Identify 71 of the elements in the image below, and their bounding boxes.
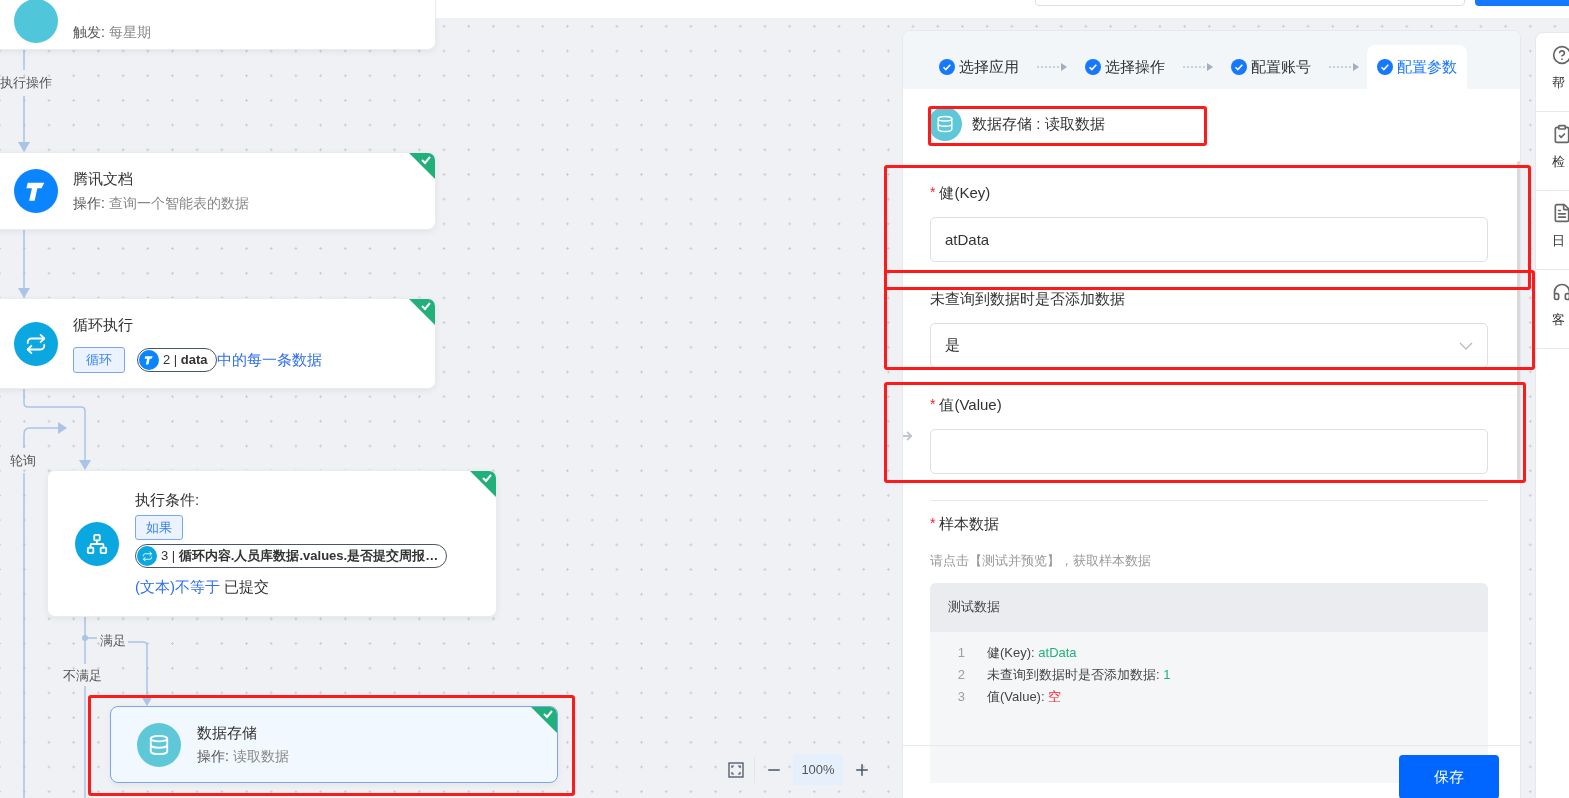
clipboard-icon[interactable] xyxy=(1552,124,1569,144)
required-mark: * xyxy=(930,516,936,530)
trigger-icon xyxy=(14,0,58,43)
dotted-arrow-icon xyxy=(1183,63,1213,71)
step-tab[interactable]: 选择应用 xyxy=(929,45,1029,89)
loop-icon xyxy=(137,546,157,566)
reference-text: 3 | 循环内容.人员库数据.values.是否提交周报… xyxy=(161,547,439,566)
data-line: 未查询到数据时是否添加数据: 1 xyxy=(987,666,1171,685)
field-label: 值(Value) xyxy=(939,396,1002,412)
step-tab[interactable]: 配置参数 xyxy=(1367,45,1467,89)
node-title: 数据存储 xyxy=(197,722,258,743)
field-label: 健(Key) xyxy=(939,184,991,200)
reference-text: 2 | data xyxy=(163,351,208,369)
connector-line xyxy=(18,229,30,298)
flow-node-card[interactable]: 执行条件: 如果 3 | 循环内容.人员库数据.values.是否提交周报… (文本)不等于 已提交 xyxy=(47,470,497,617)
step-tab[interactable]: 配置账号 xyxy=(1221,45,1321,89)
required-mark: * xyxy=(930,185,936,199)
edge-label: 不满足 xyxy=(63,667,102,685)
edge-label: 执行操作 xyxy=(0,74,52,92)
loop-icon xyxy=(14,321,58,366)
check-circle-icon xyxy=(1085,59,1101,75)
edge-label: 满足 xyxy=(100,632,126,650)
loop-description: 中的每一条数据 xyxy=(216,349,322,370)
flow-node-card[interactable]: 腾讯文档 操作: 查询一个智能表的数据 xyxy=(0,152,436,230)
line-number: 2 xyxy=(956,666,966,685)
data-line: 值(Value): 空 xyxy=(987,688,1062,707)
node-operation: 操作: 读取数据 xyxy=(197,747,289,767)
side-tool-label[interactable]: 日 xyxy=(1552,231,1565,251)
app-action-title: 数据存储 : 读取数据 xyxy=(972,113,1105,134)
check-circle-icon xyxy=(939,59,955,75)
fit-screen-icon[interactable] xyxy=(728,761,744,778)
document-app-icon xyxy=(139,349,159,370)
document-icon[interactable] xyxy=(1552,203,1569,223)
line-number: 1 xyxy=(956,644,966,663)
check-circle-icon xyxy=(1377,59,1393,75)
dotted-arrow-icon xyxy=(1037,63,1067,71)
edge-label: 轮询 xyxy=(10,452,36,470)
help-icon[interactable] xyxy=(1552,45,1569,65)
hint-text: 请点击【测试并预览】，获取样本数据 xyxy=(930,552,1152,570)
database-icon xyxy=(137,722,181,767)
input-field[interactable] xyxy=(930,429,1488,474)
node-operation: 触发: 每星期 xyxy=(73,23,151,42)
dotted-arrow-icon xyxy=(1329,63,1359,71)
condition-text: (文本)不等于 已提交 xyxy=(135,577,270,597)
node-title: 腾讯文档 xyxy=(73,169,134,190)
flow-node-card[interactable]: 触发: 每星期 xyxy=(0,0,436,50)
hierarchy-icon xyxy=(75,521,119,566)
test-data-title: 测试数据 xyxy=(948,598,1000,617)
document-app-icon xyxy=(14,169,58,213)
input-field[interactable]: atData xyxy=(930,217,1488,262)
field-label: 未查询到数据时是否添加数据 xyxy=(930,290,1125,306)
save-button[interactable]: 保存 xyxy=(1399,755,1499,798)
zoom-level: 100% xyxy=(793,754,843,785)
chevron-down-icon xyxy=(1459,341,1473,350)
if-tag: 如果 xyxy=(135,515,183,540)
node-title: 循环执行 xyxy=(73,315,134,336)
side-tool-label[interactable]: 帮 xyxy=(1552,73,1565,93)
data-line: 健(Key): atData xyxy=(987,644,1077,663)
loop-tag: 循环 xyxy=(73,346,125,373)
flow-node-card[interactable]: 数据存储 操作: 读取数据 xyxy=(110,706,558,783)
line-number: 3 xyxy=(956,688,966,707)
flow-node-card[interactable]: 循环执行 循环 2 | data 中的每一条数据 xyxy=(0,298,436,389)
node-operation: 操作: 查询一个智能表的数据 xyxy=(73,193,249,213)
step-tab[interactable]: 选择操作 xyxy=(1075,45,1175,89)
headset-icon[interactable] xyxy=(1552,282,1569,302)
side-tool-label[interactable]: 客 xyxy=(1552,310,1565,330)
required-mark: * xyxy=(930,397,936,411)
field-label: 样本数据 xyxy=(939,515,1000,531)
side-tool-label[interactable]: 检 xyxy=(1552,152,1565,172)
check-circle-icon xyxy=(1231,59,1247,75)
node-title: 执行条件: xyxy=(135,489,200,510)
